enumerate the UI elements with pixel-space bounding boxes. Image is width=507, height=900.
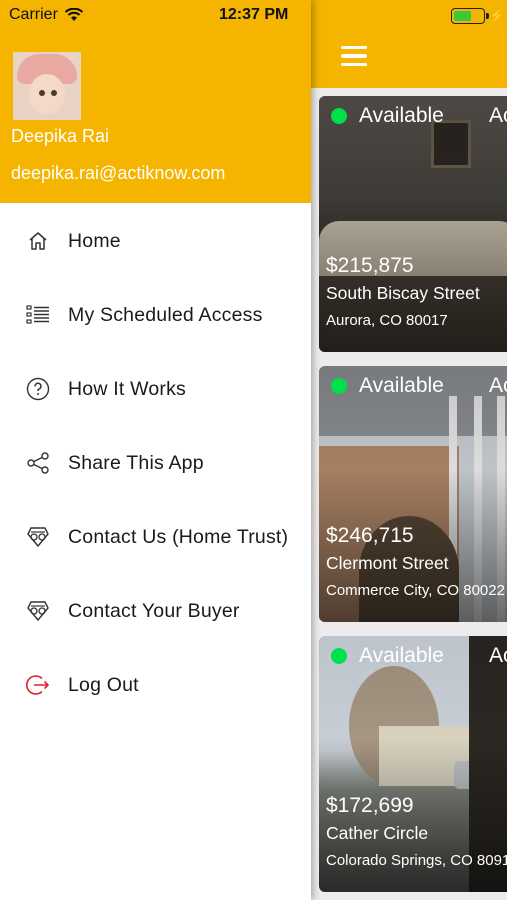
status-time: 12:37 PM (219, 6, 289, 23)
menu-item-contact-buyer[interactable]: Contact Your Buyer (0, 574, 311, 648)
listing-city: Aurora, CO 80017 (326, 312, 448, 329)
available-status-dot (331, 378, 347, 394)
logout-icon (25, 672, 51, 698)
listing-status-extra: Ac (489, 104, 507, 127)
question-circle-icon (25, 376, 51, 402)
listing-card[interactable]: Available Ac $172,699 Cather Circle Colo… (319, 636, 507, 892)
menu-item-log-out[interactable]: Log Out (0, 648, 311, 722)
main-screen: ⚡ Available Ac $215,875 South Biscay Str… (311, 0, 507, 900)
menu-item-label: Contact Your Buyer (68, 599, 240, 622)
menu-item-label: Home (68, 229, 121, 252)
listing-status-extra: Ac (489, 644, 507, 667)
navigation-drawer: Carrier 12:37 PM Deepika Rai deepika.rai… (0, 0, 311, 900)
listing-card[interactable]: Available Ac $246,715 Clermont Street Co… (319, 366, 507, 622)
listing-city: Colorado Springs, CO 80915 (326, 852, 507, 869)
charging-icon: ⚡ (489, 8, 506, 23)
menu-item-scheduled-access[interactable]: My Scheduled Access (0, 278, 311, 352)
listing-status: Available (359, 374, 444, 397)
user-name: Deepika Rai (11, 126, 110, 146)
menu-item-home[interactable]: Home (0, 204, 311, 278)
menu-item-share-app[interactable]: Share This App (0, 426, 311, 500)
battery-icon (451, 8, 489, 24)
listing-status: Available (359, 644, 444, 667)
menu-item-label: Log Out (68, 673, 139, 696)
listing-street: Clermont Street (326, 553, 449, 573)
available-status-dot (331, 108, 347, 124)
menu-item-label: How It Works (68, 377, 186, 400)
menu-item-how-it-works[interactable]: How It Works (0, 352, 311, 426)
listing-price: $215,875 (326, 254, 414, 277)
hamburger-menu-icon[interactable] (341, 46, 367, 68)
listing-street: South Biscay Street (326, 283, 480, 303)
main-header: ⚡ (311, 0, 507, 88)
listing-status-extra: Ac (489, 374, 507, 397)
listing-price: $172,699 (326, 794, 414, 817)
menu-item-label: My Scheduled Access (68, 303, 263, 326)
battery-level (454, 11, 471, 21)
checklist-icon (25, 302, 51, 328)
listing-status: Available (359, 104, 444, 127)
listing-city: Commerce City, CO 80022 (326, 582, 505, 599)
listing-price: $246,715 (326, 524, 414, 547)
user-email: deepika.rai@actiknow.com (11, 163, 226, 183)
contact-icon (25, 524, 51, 550)
status-bar-right: ⚡ (451, 8, 505, 24)
carrier-label: Carrier (9, 6, 58, 23)
home-icon (25, 228, 51, 254)
status-bar-left: Carrier (9, 6, 84, 24)
avatar[interactable] (13, 52, 81, 120)
share-icon (25, 450, 51, 476)
menu-item-contact-us[interactable]: Contact Us (Home Trust) (0, 500, 311, 574)
listing-street: Cather Circle (326, 823, 429, 843)
available-status-dot (331, 648, 347, 664)
wifi-icon (64, 8, 84, 21)
contact-icon (25, 598, 51, 624)
menu-item-label: Contact Us (Home Trust) (68, 525, 289, 548)
menu-item-label: Share This App (68, 451, 204, 474)
drawer-header: Carrier 12:37 PM Deepika Rai deepika.rai… (0, 0, 311, 203)
drawer-menu: Home My Scheduled Access How It Works Sh… (0, 204, 311, 722)
listing-card[interactable]: Available Ac $215,875 South Biscay Stree… (319, 96, 507, 352)
